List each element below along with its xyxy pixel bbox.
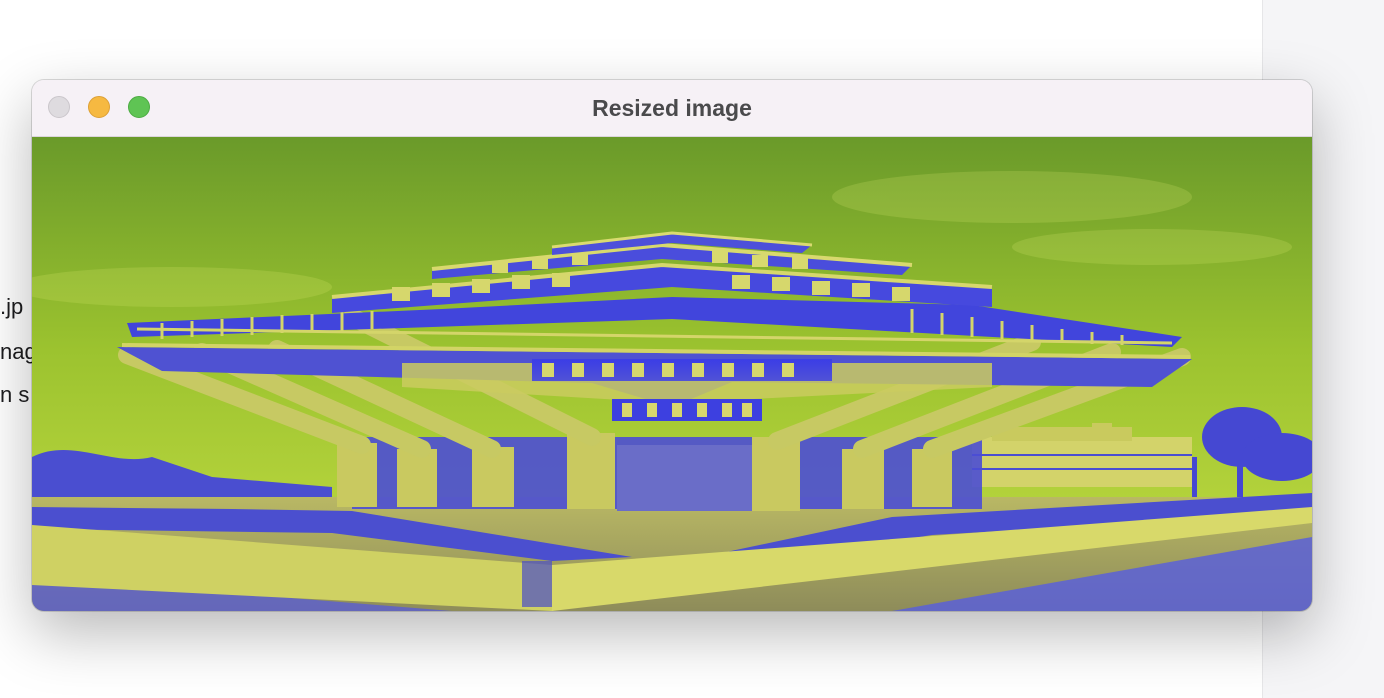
central-core — [617, 445, 752, 511]
library-photo — [32, 137, 1312, 611]
background-text-line-1: .jp — [0, 294, 24, 319]
window-title: Resized image — [592, 95, 752, 121]
image-canvas — [32, 137, 1312, 611]
title-bar[interactable]: Resized image — [32, 80, 1312, 137]
background-text-line-3: n s — [0, 382, 30, 407]
image-window[interactable]: Resized image — [32, 80, 1312, 611]
